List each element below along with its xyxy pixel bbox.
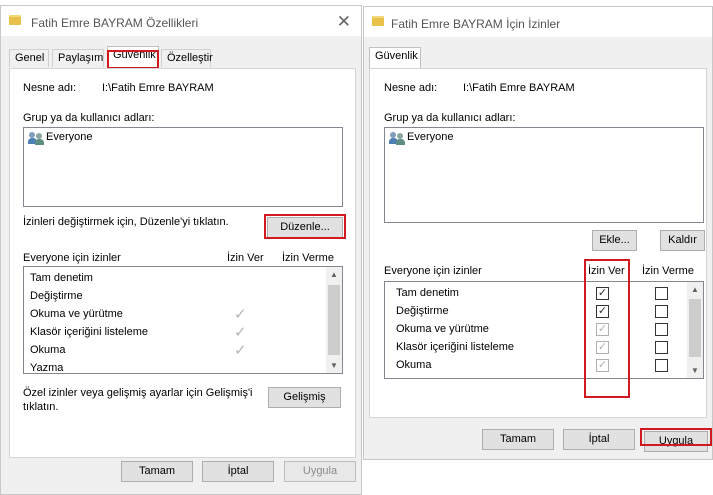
groups-listbox[interactable]: Everyone: [23, 127, 343, 207]
permissions-dialog: Fatih Emre BAYRAM İçin İzinler Güvenlik …: [363, 6, 713, 460]
permissions-label: Everyone için izinler: [23, 252, 121, 264]
scroll-thumb[interactable]: [328, 285, 340, 355]
properties-titlebar: Fatih Emre BAYRAM Özellikleri ✕: [1, 6, 361, 36]
ok-button[interactable]: Tamam: [121, 461, 193, 482]
groups-label: Grup ya da kullanıcı adları:: [23, 112, 155, 124]
scroll-thumb[interactable]: [689, 299, 701, 357]
object-name-label: Nesne adı:: [23, 82, 77, 94]
remove-button[interactable]: Kaldır: [660, 230, 705, 251]
check-icon: ✓: [234, 306, 247, 323]
scroll-down-icon[interactable]: ▼: [326, 361, 342, 370]
permissions-tabbar: Güvenlik: [364, 37, 712, 69]
properties-tabbar: Genel Paylaşım Güvenlik Özelleştir: [1, 36, 361, 68]
advanced-hint-2: tıklatın.: [23, 401, 59, 413]
permissions-list[interactable]: Tam denetim Değiştirme Okuma ve yürütme …: [384, 281, 704, 379]
permissions-panel: Nesne adı: I:\Fatih Emre BAYRAM Grup ya …: [369, 68, 707, 418]
permission-row: Okuma: [30, 344, 66, 356]
permission-row: Tam denetim: [30, 272, 93, 284]
edit-button-highlight: [264, 214, 346, 239]
deny-checkbox[interactable]: [655, 323, 668, 336]
tab-general[interactable]: Genel: [9, 49, 49, 67]
deny-checkbox[interactable]: [655, 359, 668, 372]
permission-row: Klasör içeriğini listeleme: [30, 326, 148, 338]
permissions-titlebar: Fatih Emre BAYRAM İçin İzinler: [364, 7, 712, 37]
permission-row: Tam denetim: [396, 287, 459, 299]
apply-button-highlight: [640, 428, 712, 446]
tab-customize[interactable]: Özelleştir: [161, 49, 213, 67]
cancel-button[interactable]: İptal: [202, 461, 274, 482]
ok-button[interactable]: Tamam: [482, 429, 554, 450]
object-name-label: Nesne adı:: [384, 82, 438, 94]
permission-row: Okuma ve yürütme: [396, 323, 489, 335]
advanced-hint: Özel izinler veya gelişmiş ayarlar için …: [23, 387, 253, 399]
check-icon: ✓: [234, 324, 247, 341]
tab-security[interactable]: Güvenlik: [369, 47, 421, 68]
deny-column-header: İzin Verme: [282, 252, 334, 264]
scroll-up-icon[interactable]: ▲: [326, 270, 342, 279]
users-icon: [28, 132, 44, 145]
check-icon: ✓: [234, 342, 247, 359]
group-everyone[interactable]: Everyone: [46, 131, 92, 143]
deny-checkbox[interactable]: [655, 341, 668, 354]
deny-column-header: İzin Verme: [642, 265, 694, 277]
groups-listbox[interactable]: Everyone: [384, 127, 704, 223]
tab-sharing[interactable]: Paylaşım: [52, 49, 104, 67]
permissions-title: Fatih Emre BAYRAM İçin İzinler: [391, 17, 561, 31]
object-name-value: I:\Fatih Emre BAYRAM: [463, 82, 575, 94]
scroll-up-icon[interactable]: ▲: [687, 285, 703, 294]
users-icon: [389, 132, 405, 145]
add-button[interactable]: Ekle...: [592, 230, 637, 251]
advanced-button[interactable]: Gelişmiş: [268, 387, 341, 408]
edit-hint: İzinleri değiştirmek için, Düzenle'yi tı…: [23, 216, 229, 228]
permission-row: Yazma: [30, 362, 64, 374]
properties-dialog: Fatih Emre BAYRAM Özellikleri ✕ Genel Pa…: [0, 5, 362, 495]
permissions-scrollbar[interactable]: ▲ ▼: [326, 267, 342, 373]
permission-row: Okuma: [396, 359, 432, 371]
security-tab-highlight: [107, 50, 159, 69]
scroll-down-icon[interactable]: ▼: [687, 366, 703, 375]
permissions-scrollbar[interactable]: ▲ ▼: [687, 282, 703, 378]
allow-column-highlight: [584, 259, 630, 398]
allow-column-header: İzin Ver: [227, 252, 264, 264]
security-panel: Nesne adı: I:\Fatih Emre BAYRAM Grup ya …: [9, 68, 356, 458]
deny-checkbox[interactable]: [655, 305, 668, 318]
permission-row: Değiştirme: [396, 305, 449, 317]
apply-button[interactable]: Uygula: [284, 461, 356, 482]
folder-icon: [9, 15, 21, 25]
properties-title: Fatih Emre BAYRAM Özellikleri: [31, 16, 199, 30]
permissions-list[interactable]: Tam denetim Değiştirme Okuma ve yürütme …: [23, 266, 343, 374]
cancel-button[interactable]: İptal: [563, 429, 635, 450]
permission-row: Değiştirme: [30, 290, 83, 302]
permissions-label: Everyone için izinler: [384, 265, 482, 277]
groups-label: Grup ya da kullanıcı adları:: [384, 112, 516, 124]
group-everyone[interactable]: Everyone: [407, 131, 453, 143]
folder-icon: [372, 16, 384, 26]
deny-checkbox[interactable]: [655, 287, 668, 300]
close-icon[interactable]: ✕: [337, 12, 351, 32]
permission-row: Klasör içeriğini listeleme: [396, 341, 514, 353]
object-name-value: I:\Fatih Emre BAYRAM: [102, 82, 214, 94]
permission-row: Okuma ve yürütme: [30, 308, 123, 320]
